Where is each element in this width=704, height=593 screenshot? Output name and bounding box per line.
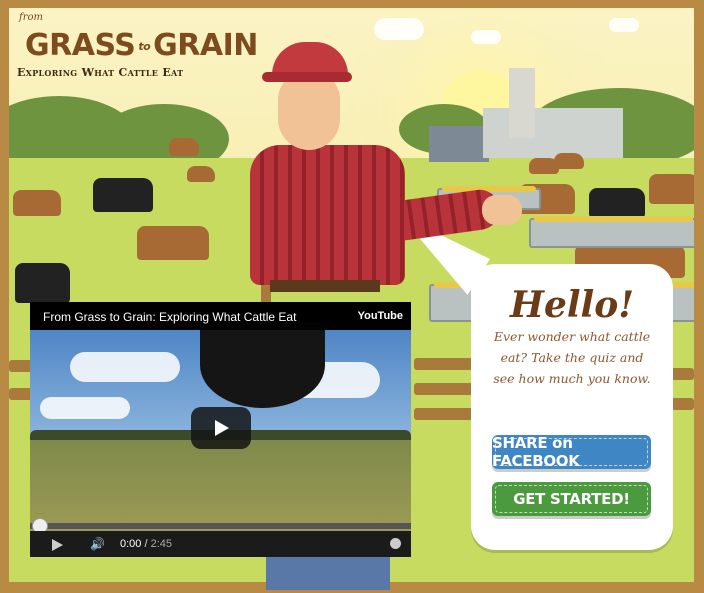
duration: 2:45 — [150, 538, 173, 550]
video-progress-bar[interactable] — [30, 523, 411, 529]
speech-bubble: Hello! Ever wonder what cattle eat? Take… — [471, 264, 673, 550]
cow-illustration — [169, 138, 199, 156]
logo-grass: GRASS — [25, 28, 136, 63]
volume-icon[interactable]: 🔊 — [90, 537, 108, 551]
silo-illustration — [509, 68, 535, 138]
intro-text: Ever wonder what cattle eat? Take the qu… — [493, 329, 651, 386]
video-controls: 🔊 0:00 / 2:45 — [30, 531, 411, 557]
barn-illustration — [429, 126, 489, 162]
feed-trough — [529, 216, 694, 248]
video-title[interactable]: From Grass to Grain: Exploring What Catt… — [43, 310, 323, 324]
get-started-button[interactable]: GET STARTED! — [492, 482, 651, 516]
time-separator: / — [141, 538, 151, 550]
farmer-face — [278, 72, 340, 150]
video-player[interactable]: From Grass to Grain: Exploring What Catt… — [30, 302, 411, 557]
logo-grain: GRAIN — [153, 28, 258, 63]
farmer-belt — [270, 280, 380, 292]
cow-illustration — [15, 263, 70, 303]
fence-rail — [671, 368, 694, 380]
cow-illustration — [554, 153, 584, 169]
watch-later-icon[interactable] — [390, 538, 401, 549]
cow-illustration — [589, 188, 645, 218]
cow-illustration — [93, 178, 153, 212]
share-facebook-button[interactable]: SHARE on FACEBOOK — [492, 434, 651, 470]
cloud-illustration — [609, 18, 639, 32]
video-title-bar: From Grass to Grain: Exploring What Catt… — [30, 302, 411, 330]
video-frame-cow-nose — [200, 322, 325, 408]
logo-to: to — [138, 40, 151, 53]
logo-title: GRASS to GRAIN — [25, 28, 258, 63]
video-frame-field — [30, 440, 411, 532]
video-time: 0:00 / 2:45 — [120, 538, 172, 550]
current-time: 0:00 — [120, 538, 142, 550]
cow-illustration — [137, 226, 209, 260]
video-frame-cloud — [70, 352, 180, 382]
cow-illustration — [187, 166, 215, 182]
greeting-heading: Hello! — [509, 284, 635, 326]
play-icon[interactable] — [52, 539, 63, 551]
cow-illustration — [649, 174, 694, 204]
cow-illustration — [13, 190, 61, 216]
video-frame-cloud — [40, 397, 130, 419]
farmer-shirt — [250, 145, 405, 285]
barn-illustration — [483, 108, 623, 158]
youtube-logo[interactable]: YouTube — [358, 310, 403, 322]
cloud-illustration — [471, 30, 501, 44]
fence-rail — [671, 398, 694, 410]
logo-from: from — [19, 12, 43, 23]
cloud-illustration — [374, 18, 424, 40]
play-button[interactable] — [191, 407, 251, 449]
farmer-hand — [482, 195, 522, 225]
farmer-cap-brim — [262, 72, 352, 82]
logo-tagline: Exploring What Cattle Eat — [17, 66, 184, 79]
